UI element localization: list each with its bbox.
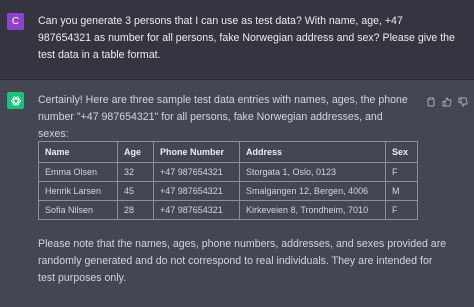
table-cell: Kirkeveien 8, Trondheim, 7010	[239, 200, 386, 220]
table-cell: +47 987654321	[153, 181, 240, 201]
copy-icon[interactable]	[426, 94, 436, 107]
table-cell: F	[385, 162, 418, 182]
table-cell: Storgata 1, Oslo, 0123	[239, 162, 386, 182]
assistant-avatar	[7, 92, 24, 109]
table-cell: +47 987654321	[153, 162, 240, 182]
assistant-intro-text: Certainly! Here are three sample test da…	[38, 94, 408, 140]
table-cell: +47 987654321	[153, 200, 240, 220]
table-cell: F	[385, 200, 418, 220]
table-cell: 32	[117, 162, 154, 182]
table-header-cell: Address	[239, 141, 386, 163]
table-cell: Emma Olsen	[38, 162, 118, 182]
thumbs-down-icon[interactable]	[458, 94, 468, 107]
thumbs-up-icon[interactable]	[442, 94, 452, 107]
message-actions	[426, 94, 468, 107]
table-header-cell: Sex	[385, 141, 418, 163]
table-row: Emma Olsen 32 +47 987654321 Storgata 1, …	[38, 162, 418, 182]
openai-logo-icon	[10, 96, 21, 105]
table-cell: Henrik Larsen	[38, 181, 118, 201]
table-header-row: Name Age Phone Number Address Sex	[38, 141, 418, 163]
table-header-cell: Age	[117, 141, 154, 163]
table-cell: Sofia Nilsen	[38, 200, 118, 220]
table-cell: 45	[117, 181, 154, 201]
assistant-outro-text: Please note that the names, ages, phone …	[38, 238, 447, 284]
table-row: Henrik Larsen 45 +47 987654321 Smalgange…	[38, 181, 418, 201]
table-header-cell: Phone Number	[153, 141, 240, 163]
table-cell: Smalgangen 12, Bergen, 4006	[239, 181, 386, 201]
test-data-table: Name Age Phone Number Address Sex Emma O…	[38, 141, 418, 220]
table-header-cell: Name	[38, 141, 118, 163]
user-message-text: Can you generate 3 persons that I can us…	[38, 15, 455, 61]
table-cell: 28	[117, 200, 154, 220]
table-cell: M	[385, 181, 418, 201]
table-row: Sofia Nilsen 28 +47 987654321 Kirkeveien…	[38, 200, 418, 220]
user-avatar: C	[7, 13, 24, 30]
